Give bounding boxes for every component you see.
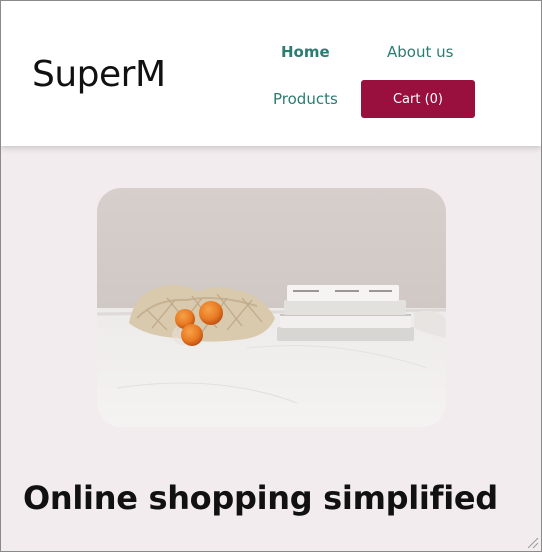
- cart-button[interactable]: Cart (0): [361, 80, 475, 118]
- hero-title: Online shopping simplified: [23, 479, 498, 517]
- nav-products-link[interactable]: Products: [273, 92, 338, 107]
- app-frame: SuperM Home About us Products Cart (0) O…: [0, 0, 542, 552]
- site-header: SuperM Home About us Products Cart (0): [1, 1, 541, 146]
- resize-grip-icon[interactable]: [525, 535, 539, 549]
- nav-about-link[interactable]: About us: [387, 45, 453, 60]
- logo[interactable]: SuperM: [32, 57, 166, 93]
- nav-home-link[interactable]: Home: [281, 45, 330, 60]
- hero-image: [97, 188, 446, 427]
